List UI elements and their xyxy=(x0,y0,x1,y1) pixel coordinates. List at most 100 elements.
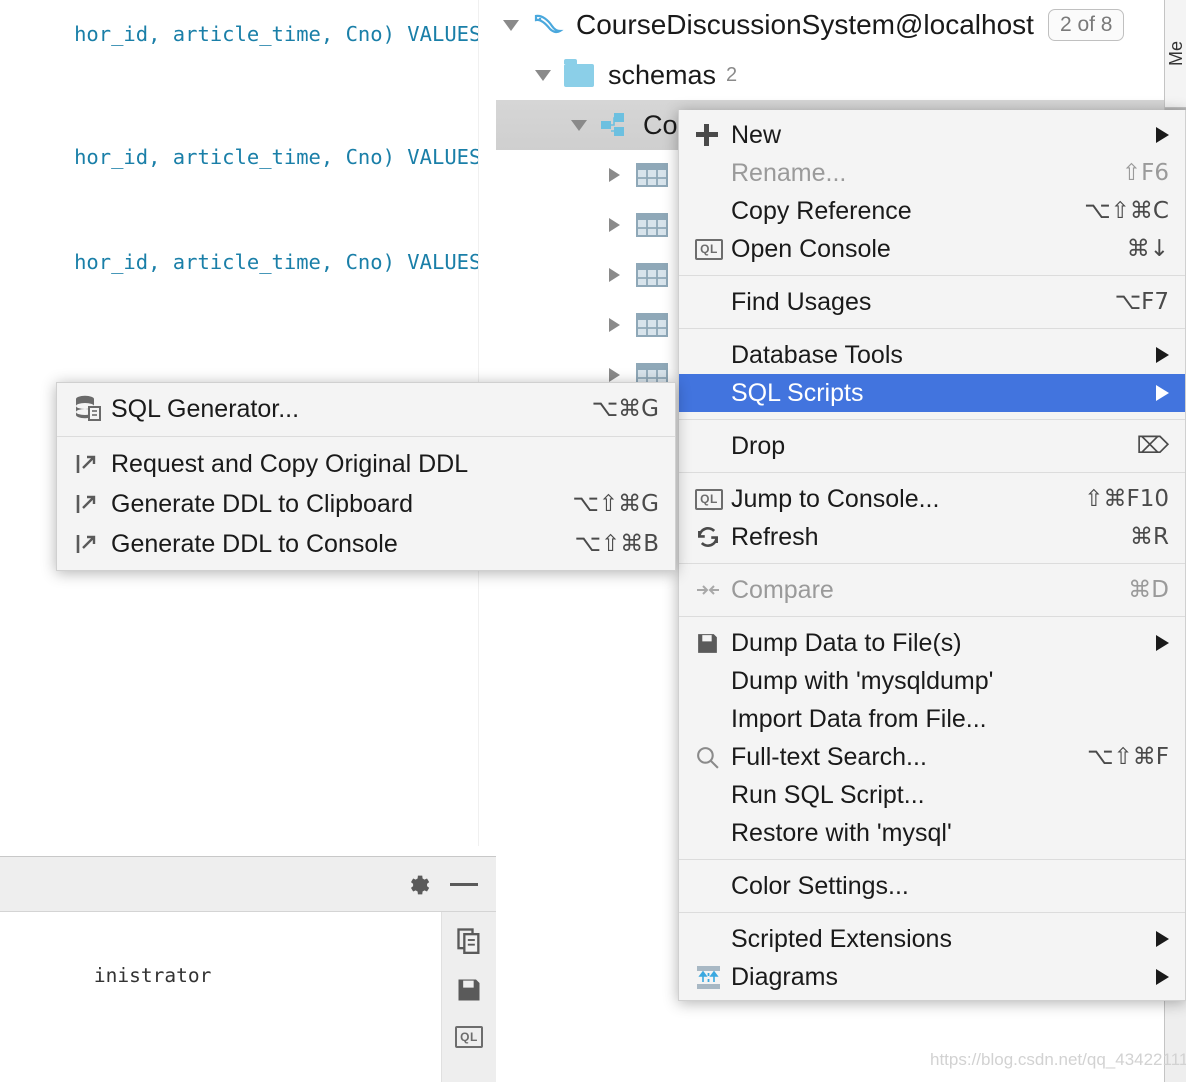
save-icon xyxy=(695,630,725,656)
menu-item-shortcut: ⌘D xyxy=(1128,577,1169,603)
chevron-right-icon[interactable] xyxy=(606,264,628,286)
copy-icon[interactable] xyxy=(455,926,483,954)
menu-item-copy-reference[interactable]: Copy Reference ⌥⇧⌘C xyxy=(679,192,1185,230)
ql-console-icon[interactable]: QL xyxy=(455,1026,483,1054)
menu-item-label: Refresh xyxy=(731,522,819,551)
folder-icon xyxy=(564,58,594,87)
menu-item-shortcut: ⇧F6 xyxy=(1121,160,1169,186)
menu-item-sql-scripts[interactable]: SQL Scripts xyxy=(679,374,1185,412)
diagrams-icon xyxy=(695,964,725,990)
menu-item-label: Dump Data to File(s) xyxy=(731,628,962,657)
menu-item-jump-to-console[interactable]: QL Jump to Console... ⇧⌘F10 xyxy=(679,480,1185,518)
menu-item-scripted-extensions[interactable]: Scripted Extensions xyxy=(679,920,1185,958)
compare-icon xyxy=(695,577,725,603)
menu-separator xyxy=(679,912,1185,913)
menu-item-color-settings[interactable]: Color Settings... xyxy=(679,867,1185,905)
menu-item-refresh[interactable]: Refresh ⌘R xyxy=(679,518,1185,556)
menu-item-run-sql-script[interactable]: Run SQL Script... xyxy=(679,776,1185,814)
menu-separator xyxy=(679,275,1185,276)
menu-item-compare: Compare ⌘D xyxy=(679,571,1185,609)
menu-item-shortcut: ⌘R xyxy=(1130,524,1169,550)
menu-item-shortcut: ⌥F7 xyxy=(1114,289,1169,315)
ddl-arrow-icon xyxy=(75,531,105,557)
submenu-arrow-icon xyxy=(1156,127,1169,143)
plus-icon xyxy=(695,122,725,148)
menu-item-import-data-from-file[interactable]: Import Data from File... xyxy=(679,700,1185,738)
chevron-right-icon[interactable] xyxy=(606,164,628,186)
no-icon xyxy=(695,668,725,694)
menu-item-label: Import Data from File... xyxy=(731,704,987,733)
menu-item-label: Diagrams xyxy=(731,962,838,991)
ddl-arrow-icon xyxy=(75,491,105,517)
bottom-panel-sidebar: QL xyxy=(441,912,496,1082)
no-icon xyxy=(695,433,725,459)
menu-item-label: Compare xyxy=(731,575,834,604)
menu-item-new[interactable]: New xyxy=(679,116,1185,154)
code-text: hor_id, article_time, Cno) VALUES ( xyxy=(74,22,496,46)
submenu-item-sql-generator[interactable]: SQL Generator... ⌥⌘G xyxy=(57,389,675,429)
code-line: hor_id, article_time, Cno) VALUES ( xyxy=(0,0,496,87)
table-icon xyxy=(636,163,668,187)
refresh-icon xyxy=(695,524,725,550)
chevron-down-icon[interactable] xyxy=(502,14,524,36)
table-icon xyxy=(636,263,668,287)
menu-item-shortcut: ⌥⇧⌘F xyxy=(1086,744,1169,770)
tool-tab-meta[interactable]: Me xyxy=(1165,0,1186,108)
submenu-item-shortcut: ⌥⇧⌘G xyxy=(572,491,659,517)
submenu-item-label: Generate DDL to Clipboard xyxy=(111,489,414,518)
submenu-item-generate-ddl-to-clipboard[interactable]: Generate DDL to Clipboard ⌥⇧⌘G xyxy=(57,484,675,524)
menu-item-label: Find Usages xyxy=(731,287,872,316)
menu-item-restore-with-mysql[interactable]: Restore with 'mysql' xyxy=(679,814,1185,852)
menu-item-dump-with-mysqldump[interactable]: Dump with 'mysqldump' xyxy=(679,662,1185,700)
no-icon xyxy=(695,289,725,315)
chevron-right-icon[interactable] xyxy=(606,214,628,236)
menu-item-label: Dump with 'mysqldump' xyxy=(731,666,994,695)
bottom-panel-body: inistrator rchar(10) not r key, rchar(12… xyxy=(0,912,496,1082)
menu-item-find-usages[interactable]: Find Usages ⌥F7 xyxy=(679,283,1185,321)
tree-row-connection[interactable]: CourseDiscussionSystem@localhost 2 of 8 xyxy=(496,0,1166,50)
context-menu: New Rename... ⇧F6 Copy Reference ⌥⇧⌘C QL… xyxy=(678,110,1186,1001)
table-icon xyxy=(636,213,668,237)
menu-item-label: SQL Scripts xyxy=(731,378,864,407)
submenu-arrow-icon xyxy=(1156,931,1169,947)
connection-label: CourseDiscussionSystem@localhost xyxy=(576,9,1034,40)
submenu-item-shortcut: ⌥⇧⌘B xyxy=(574,531,659,557)
minimize-icon[interactable] xyxy=(450,883,478,886)
menu-item-database-tools[interactable]: Database Tools xyxy=(679,336,1185,374)
sql-scripts-submenu: SQL Generator... ⌥⌘G Request and Copy Or… xyxy=(56,382,676,571)
connection-count-badge: 2 of 8 xyxy=(1047,9,1125,41)
tree-row-schemas-folder[interactable]: schemas 2 xyxy=(496,50,1166,100)
menu-item-label: Restore with 'mysql' xyxy=(731,818,952,847)
menu-item-diagrams[interactable]: Diagrams xyxy=(679,958,1185,996)
menu-separator xyxy=(679,328,1185,329)
bottom-tool-panel: inistrator rchar(10) not r key, rchar(12… xyxy=(0,856,496,1082)
menu-item-open-console[interactable]: QL Open Console ⌘↓ xyxy=(679,230,1185,268)
menu-separator xyxy=(679,472,1185,473)
submenu-item-label: Generate DDL to Console xyxy=(111,529,398,558)
no-icon xyxy=(695,160,725,186)
submenu-item-generate-ddl-to-console[interactable]: Generate DDL to Console ⌥⇧⌘B xyxy=(57,524,675,564)
mysql-dolphin-icon xyxy=(532,10,564,40)
no-icon xyxy=(695,198,725,224)
chevron-right-icon[interactable] xyxy=(606,314,628,336)
no-icon xyxy=(695,782,725,808)
no-icon xyxy=(695,820,725,846)
menu-item-label: Scripted Extensions xyxy=(731,924,952,953)
submenu-item-request-and-copy-original-ddl[interactable]: Request and Copy Original DDL xyxy=(57,444,675,484)
submenu-item-label: Request and Copy Original DDL xyxy=(111,449,469,478)
menu-item-full-text-search[interactable]: Full-text Search... ⌥⇧⌘F xyxy=(679,738,1185,776)
menu-item-drop[interactable]: Drop ⌦ xyxy=(679,427,1185,465)
menu-separator xyxy=(679,859,1185,860)
menu-item-shortcut: ⌥⇧⌘C xyxy=(1084,198,1169,224)
chevron-down-icon[interactable] xyxy=(534,64,556,86)
menu-separator xyxy=(679,419,1185,420)
gear-icon[interactable] xyxy=(406,872,432,898)
code-line: hor_id, article_time, Cno) VALUES ( xyxy=(0,105,496,210)
search-icon xyxy=(695,744,725,770)
menu-item-shortcut: ⌦ xyxy=(1136,433,1169,459)
menu-item-shortcut: ⇧⌘F10 xyxy=(1084,486,1169,512)
save-icon[interactable] xyxy=(455,976,483,1004)
chevron-down-icon[interactable] xyxy=(570,114,592,136)
menu-item-dump-data-to-files[interactable]: Dump Data to File(s) xyxy=(679,624,1185,662)
no-icon xyxy=(695,342,725,368)
